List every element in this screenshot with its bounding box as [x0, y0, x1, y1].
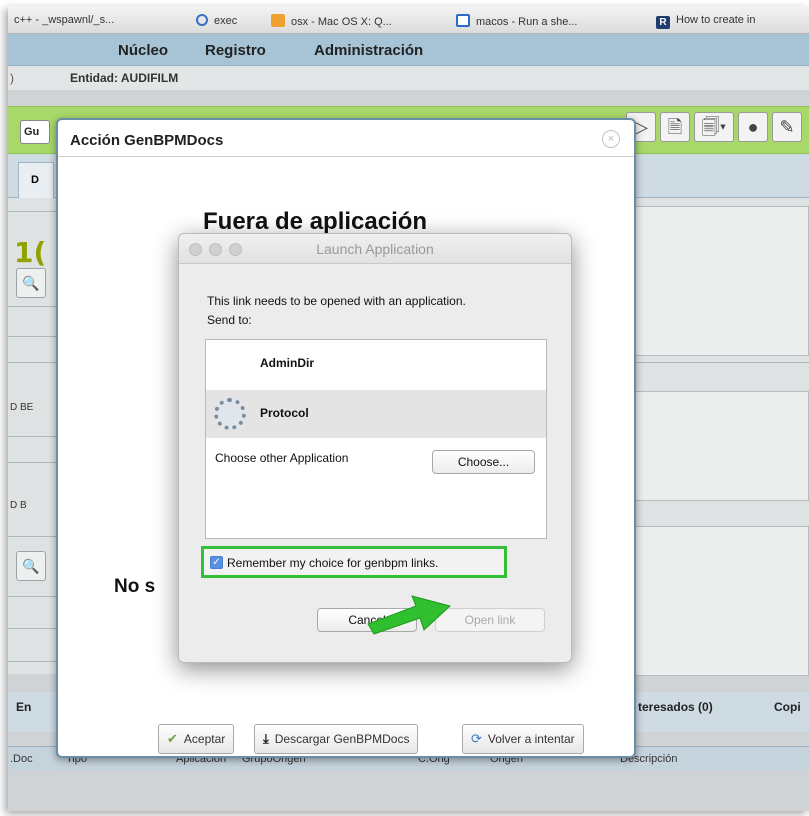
stack-icon	[271, 14, 285, 27]
launch-title: Launch Application	[316, 241, 434, 257]
bookmark-so-1[interactable]: c++ - _wspawnl/_s...	[14, 14, 114, 26]
bookmark-label: macos - Run a she...	[476, 16, 578, 28]
bg-label-db: D B	[10, 500, 27, 511]
menu-administracion[interactable]: Administración	[314, 42, 423, 59]
application-list: AdminDir Protocol Choose other Applicati…	[205, 339, 547, 539]
remember-choice-highlight: ✓ Remember my choice for genbpm links.	[201, 546, 507, 578]
menu-registro[interactable]: Registro	[205, 42, 266, 59]
play-circle-icon[interactable]: ●	[738, 112, 768, 142]
accept-label: Aceptar	[183, 732, 226, 746]
bg-tab[interactable]: D	[18, 162, 54, 198]
magnifier-icon[interactable]: 🔍	[16, 268, 46, 298]
pencil-icon[interactable]: ✎	[772, 112, 802, 142]
remember-checkbox[interactable]: ✓	[210, 556, 223, 569]
launch-titlebar: Launch Application	[179, 234, 571, 264]
remember-label[interactable]: Remember my choice for genbpm links.	[227, 556, 438, 570]
bookmarks-bar: c++ - _wspawnl/_s... exec osx - Mac OS X…	[8, 6, 809, 34]
list-item-protocol[interactable]: Protocol	[206, 390, 546, 438]
retry-button[interactable]: ⟳ Volver a intentar	[462, 724, 584, 754]
menu-nucleo[interactable]: Núcleo	[118, 42, 168, 59]
choose-other-label: Choose other Application	[215, 451, 349, 465]
dialog-heading: Fuera de aplicación	[203, 208, 428, 235]
app-menu-bar: Núcleo Registro Administración	[8, 34, 809, 66]
bookmark-macos[interactable]: macos - Run a she...	[456, 14, 578, 28]
launch-message-line2: Send to:	[207, 313, 252, 327]
list-item-admindir[interactable]: AdminDir	[206, 340, 546, 390]
magnifier-icon[interactable]: 🔍	[16, 551, 46, 581]
bookmark-label: How to create in	[676, 14, 756, 26]
tab-interesados[interactable]: teresados (0)	[638, 700, 713, 714]
bookmark-label: exec	[214, 15, 238, 27]
retry-label: Volver a intentar	[487, 732, 575, 746]
screenshot-frame: c++ - _wspawnl/_s... exec osx - Mac OS X…	[0, 0, 809, 816]
download-button[interactable]: ⤓ Descargar GenBPMDocs	[254, 724, 419, 754]
right-form-panel	[632, 206, 809, 356]
app-name: Protocol	[260, 406, 309, 420]
launch-message-line1: This link needs to be opened with an app…	[207, 294, 466, 308]
right-form-panel	[632, 391, 809, 501]
brace-icon	[196, 14, 208, 26]
entity-label: Entidad: AUDIFILM	[70, 71, 179, 85]
green-arrow-icon	[367, 595, 452, 635]
gu-button[interactable]: Gu	[20, 120, 50, 144]
entity-bar: ) Entidad: AUDIFILM	[8, 66, 809, 90]
r-icon: R	[656, 16, 670, 29]
bookmark-howto[interactable]: R How to create in	[656, 14, 755, 29]
tab-copias[interactable]: Copi	[774, 700, 801, 714]
launch-message: This link needs to be opened with an app…	[207, 292, 466, 330]
dialog-body-text: No s	[114, 576, 156, 597]
right-form-panel	[632, 526, 809, 676]
gear-icon	[214, 398, 246, 430]
tab-en[interactable]: En	[16, 700, 31, 714]
bookmark-osx[interactable]: osx - Mac OS X: Q...	[271, 14, 392, 28]
choose-button[interactable]: Choose...	[432, 450, 535, 474]
bg-label-dbe: D BE	[10, 402, 34, 413]
download-icon: ⤓	[263, 731, 269, 746]
col-doc[interactable]: .Doc	[10, 753, 33, 765]
dialog-title: Acción GenBPMDocs	[70, 132, 224, 149]
bookmark-label: c++ - _wspawnl/_s...	[14, 14, 115, 26]
bookmark-label: osx - Mac OS X: Q...	[291, 16, 392, 28]
browser-window: c++ - _wspawnl/_s... exec osx - Mac OS X…	[8, 6, 809, 811]
download-label: Descargar GenBPMDocs	[274, 732, 410, 746]
bookmark-exec[interactable]: exec	[196, 14, 237, 27]
dialog-divider	[58, 156, 634, 157]
check-pencil-icon: ✔	[167, 731, 178, 746]
entity-paren: )	[10, 71, 14, 85]
refresh-icon: ⟳	[471, 731, 482, 746]
close-icon[interactable]: ×	[602, 130, 620, 148]
su-icon	[456, 14, 470, 27]
document-menu-icon[interactable]: 🗐▾	[694, 112, 734, 142]
document-icon[interactable]: 🗎	[660, 112, 690, 142]
bg-big-value: 1(	[14, 236, 47, 269]
app-name: AdminDir	[260, 356, 314, 370]
accept-button[interactable]: ✔ Aceptar	[158, 724, 235, 754]
